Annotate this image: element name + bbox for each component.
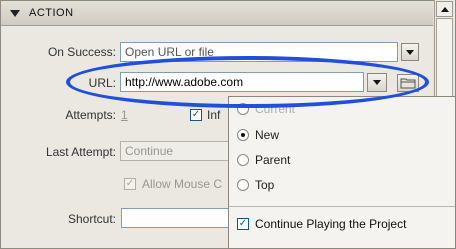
menu-option-label: Parent [255,153,291,167]
menu-divider [229,206,455,207]
checkbox-checked-icon: ✓ [237,218,249,230]
menu-option-label: New [255,128,280,142]
folder-icon [400,78,416,89]
chevron-down-icon [406,49,414,55]
last-attempt-dropdown: Continue [120,141,232,161]
last-attempt-label: Last Attempt: [45,145,116,159]
section-title: ACTION [29,7,74,19]
menu-option-new[interactable]: New [237,125,279,145]
menu-option-label: Current [255,102,296,116]
shortcut-label: Shortcut: [67,212,116,226]
continue-playing-label: Continue Playing the Project [255,217,407,231]
window-target-menu: Current New Parent Top ✓ Continue Playin… [228,96,456,249]
on-success-dropdown-button[interactable] [401,43,419,61]
menu-option-parent[interactable]: Parent [237,150,290,170]
menu-option-label: Top [255,178,275,192]
infinite-attempts-label: Inf [207,108,221,122]
url-dropdown-button[interactable] [367,73,387,92]
shortcut-input[interactable] [121,208,233,228]
on-success-label: On Success: [47,45,116,59]
url-input[interactable]: http://www.adobe.com [120,72,364,92]
attempts-value[interactable]: 1 [121,108,131,122]
attempts-label: Attempts: [65,108,116,122]
radio-icon [237,154,249,166]
chevron-up-icon [440,6,449,12]
radio-icon [237,103,249,115]
menu-option-current[interactable]: Current [237,99,295,119]
action-section-header[interactable]: ACTION [1,1,433,26]
radio-selected-icon [237,129,249,141]
collapse-triangle-icon[interactable] [10,9,20,17]
scroll-up-button[interactable] [436,1,453,17]
chevron-down-icon [373,80,381,85]
on-success-dropdown[interactable]: Open URL or file [120,42,398,62]
menu-option-top[interactable]: Top [237,175,274,195]
continue-playing-option[interactable]: ✓ Continue Playing the Project [237,217,406,231]
browse-folder-button[interactable] [397,74,419,92]
radio-icon [237,179,249,191]
allow-mouse-checkbox: ✓ [124,178,136,190]
allow-mouse-label: Allow Mouse C [142,177,223,191]
infinite-attempts-checkbox[interactable]: ✓ [190,109,202,121]
url-label: URL: [88,76,116,90]
